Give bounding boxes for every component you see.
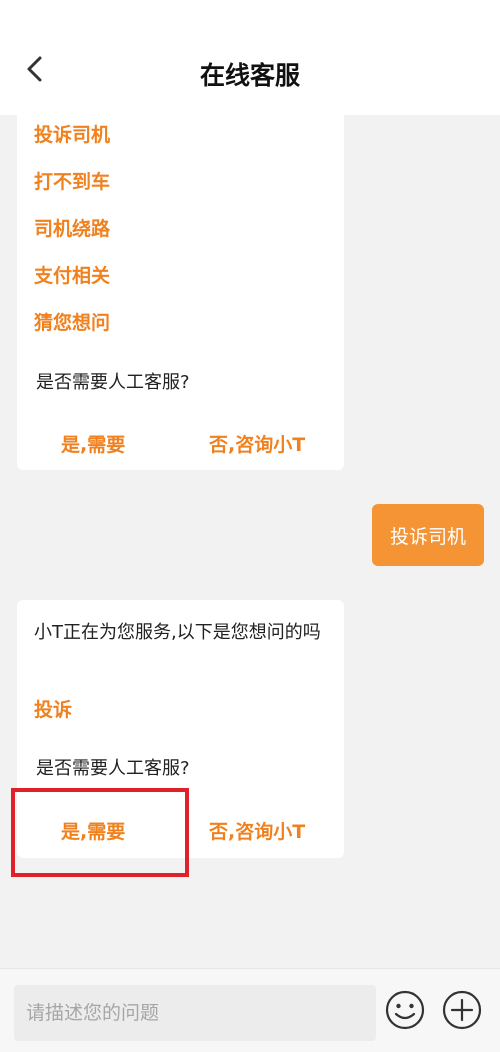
option-payment[interactable]: 支付相关	[34, 261, 110, 288]
bot-message-bubble: 投诉司机 打不到车 司机绕路 支付相关 猜您想问 是否需要人工客服? 是,需要 …	[17, 110, 344, 470]
plus-circle-icon[interactable]	[441, 989, 483, 1031]
bot-message-text: 小T正在为您服务,以下是您想问的吗	[34, 622, 321, 643]
no-ask-bot-button[interactable]: 否,咨询小T	[209, 430, 305, 457]
option-guess[interactable]: 猜您想问	[34, 308, 110, 335]
human-service-question: 是否需要人工客服?	[36, 372, 190, 393]
message-input[interactable]	[14, 985, 376, 1041]
yes-human-button[interactable]: 是,需要	[61, 430, 125, 457]
option-complain[interactable]: 投诉	[34, 695, 72, 722]
composer-bar	[0, 968, 500, 1052]
option-complain-driver[interactable]: 投诉司机	[34, 120, 110, 147]
no-ask-bot-button[interactable]: 否,咨询小T	[209, 817, 305, 844]
header: 在线客服	[0, 0, 500, 115]
emoji-icon[interactable]	[384, 989, 426, 1031]
human-service-question: 是否需要人工客服?	[36, 758, 190, 779]
highlight-box	[11, 788, 189, 877]
option-no-car[interactable]: 打不到车	[34, 167, 110, 194]
option-detour[interactable]: 司机绕路	[34, 214, 110, 241]
user-message-bubble: 投诉司机	[372, 504, 484, 566]
page-title: 在线客服	[199, 61, 300, 90]
